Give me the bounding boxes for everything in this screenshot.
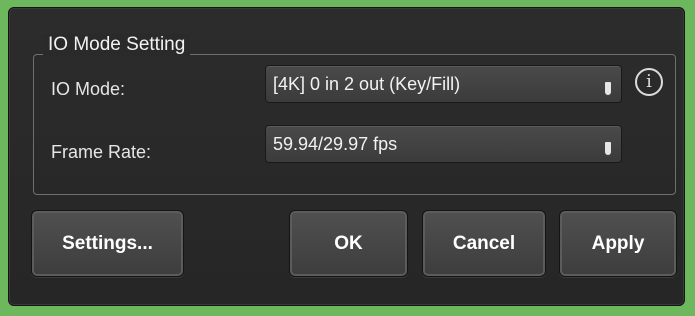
io-mode-label: IO Mode: bbox=[51, 79, 126, 99]
frame-rate-label: Frame Rate: bbox=[51, 142, 152, 162]
io-mode-dropdown[interactable]: [4K] 0 in 2 out (Key/Fill) bbox=[265, 65, 622, 103]
dropdown-arrow-icon bbox=[605, 82, 611, 95]
info-icon[interactable]: i bbox=[635, 68, 663, 96]
frame-rate-value: 59.94/29.97 fps bbox=[273, 134, 398, 154]
apply-button[interactable]: Apply bbox=[559, 210, 677, 277]
group-title: IO Mode Setting bbox=[43, 34, 191, 56]
ok-button[interactable]: OK bbox=[289, 210, 408, 277]
frame-rate-dropdown[interactable]: 59.94/29.97 fps bbox=[265, 125, 622, 163]
cancel-button[interactable]: Cancel bbox=[422, 210, 546, 277]
dropdown-arrow-icon bbox=[605, 142, 611, 155]
io-mode-value: [4K] 0 in 2 out (Key/Fill) bbox=[273, 74, 461, 94]
settings-button[interactable]: Settings... bbox=[31, 210, 184, 277]
